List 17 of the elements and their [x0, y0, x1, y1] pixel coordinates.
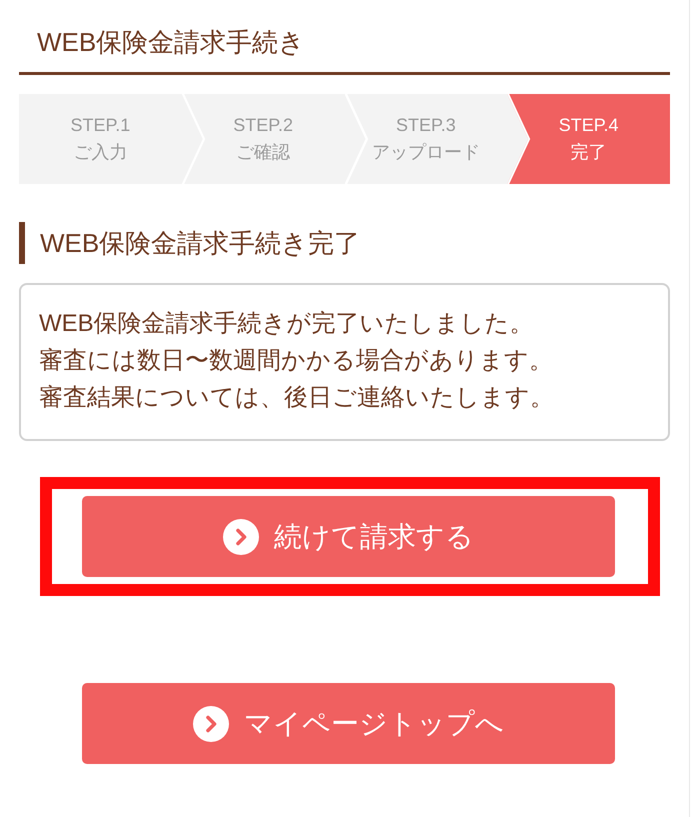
- step-label: 完了: [570, 141, 607, 164]
- action-button[interactable]: マイページトップへ: [82, 683, 615, 764]
- step-number: STEP.3: [396, 114, 456, 137]
- chevron-circle-icon: [193, 706, 229, 742]
- step-label: アップロード: [372, 141, 480, 164]
- step-label: ご確認: [236, 141, 290, 164]
- page-title: WEB保険金請求手続き: [37, 26, 306, 59]
- message-text: 審査結果については、後日ご連絡いたします。: [39, 383, 554, 413]
- message-text: 審査には数日〜数週間かかる場合があります。: [39, 346, 553, 376]
- step-number: STEP.4: [558, 114, 618, 137]
- step-label: ご入力: [73, 141, 128, 164]
- section-heading: WEB保険金請求手続き完了: [19, 222, 670, 264]
- chevron-circle-icon: [223, 518, 259, 554]
- action-button[interactable]: 続けて請求する: [82, 496, 615, 577]
- step-number: STEP.1: [70, 114, 130, 137]
- message-text: WEB保険金請求手続きが完了いたしました。: [39, 309, 534, 339]
- step-number: STEP.2: [233, 114, 293, 137]
